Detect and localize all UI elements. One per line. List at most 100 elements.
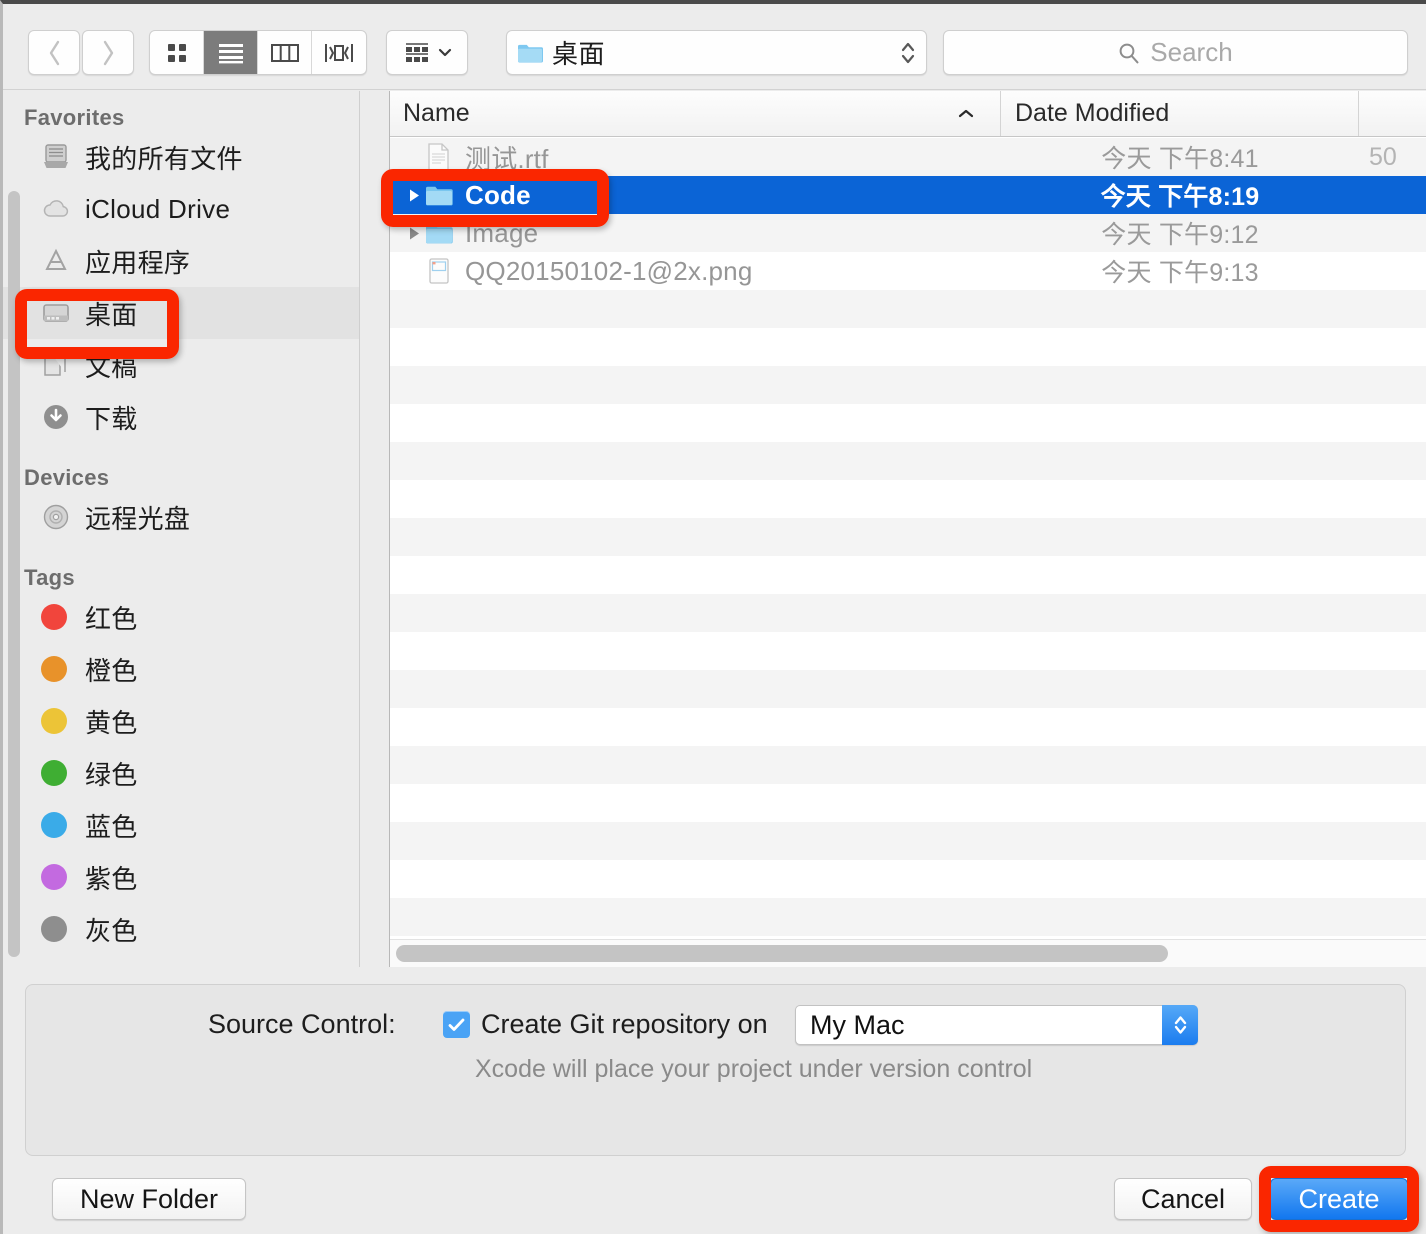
sidebar-item-label: 紫色 <box>85 859 138 896</box>
file-name-cell: Code <box>389 180 1001 211</box>
file-date-cell: 今天 下午8:19 <box>1001 177 1359 213</box>
sidebar-item-label: 橙色 <box>85 651 138 688</box>
list-view-button[interactable] <box>204 31 258 74</box>
sidebar-item-tag-red[interactable]: 红色 <box>3 591 359 643</box>
folder-icon <box>517 42 543 63</box>
file-list-pane[interactable]: Name Date Modified <box>389 91 1426 967</box>
file-date-cell: 今天 下午9:12 <box>1001 215 1359 251</box>
sidebar-item-icloud-drive[interactable]: iCloud Drive <box>3 183 359 235</box>
sidebar-item-label: 文稿 <box>85 347 138 384</box>
folder-icon <box>425 184 459 207</box>
table-row[interactable]: Image 今天 下午9:12 <box>389 214 1426 252</box>
sidebar-heading-devices: Devices <box>3 465 359 491</box>
table-row-empty <box>389 290 1426 328</box>
sidebar-item-tag-green[interactable]: 绿色 <box>3 747 359 799</box>
checkmark-icon <box>447 1017 466 1033</box>
sidebar-item-tag-blue[interactable]: 蓝色 <box>3 799 359 851</box>
git-location-popup-button[interactable]: My Mac <box>795 1005 1198 1045</box>
create-button[interactable]: Create <box>1270 1178 1408 1220</box>
column-header-size[interactable] <box>1359 91 1426 136</box>
sidebar-item-label: 远程光盘 <box>85 499 190 536</box>
tag-dot-icon <box>41 760 79 786</box>
file-date-cell: 今天 下午9:13 <box>1001 253 1359 289</box>
forward-button[interactable] <box>82 30 134 75</box>
table-row-empty <box>389 860 1426 898</box>
desktop-icon <box>41 301 79 325</box>
table-row-empty <box>389 556 1426 594</box>
sidebar-item-applications[interactable]: 应用程序 <box>3 235 359 287</box>
sidebar-item-tag-gray[interactable]: 灰色 <box>3 903 359 955</box>
cancel-button[interactable]: Cancel <box>1114 1178 1252 1220</box>
sidebar-item-tag-purple[interactable]: 紫色 <box>3 851 359 903</box>
sidebar-item-label: 蓝色 <box>85 807 138 844</box>
png-image-icon <box>425 256 459 286</box>
table-row-empty <box>389 518 1426 556</box>
table-row-empty <box>389 708 1426 746</box>
table-row-empty <box>389 404 1426 442</box>
rtf-document-icon <box>425 142 459 172</box>
table-row[interactable]: 测试.rtf 今天 下午8:41 50 <box>389 138 1426 176</box>
file-name-cell: QQ20150102-1@2x.png <box>389 256 1001 287</box>
file-list-column-headers: Name Date Modified <box>389 91 1426 137</box>
sidebar[interactable]: Favorites 我的所有文件 iCloud Drive <box>3 91 360 967</box>
all-my-files-icon <box>41 142 79 172</box>
view-mode-segmented-control[interactable] <box>149 30 367 75</box>
sidebar-item-label: 黄色 <box>85 703 138 740</box>
sidebar-item-documents[interactable]: 文稿 <box>3 339 359 391</box>
table-row-empty <box>389 442 1426 480</box>
coverflow-view-button[interactable] <box>312 31 366 74</box>
table-row-empty <box>389 632 1426 670</box>
sidebar-scrollbar[interactable] <box>8 191 20 957</box>
arrange-button[interactable] <box>386 30 468 75</box>
column-header-date-modified[interactable]: Date Modified <box>1001 91 1359 136</box>
table-row[interactable]: QQ20150102-1@2x.png 今天 下午9:13 <box>389 252 1426 290</box>
path-popup-button[interactable]: 桌面 <box>506 30 927 75</box>
sidebar-item-label: 下载 <box>85 399 138 436</box>
horizontal-scrollbar[interactable] <box>389 939 1426 967</box>
sidebar-item-label: 红色 <box>85 599 138 636</box>
create-git-repository-checkbox[interactable] <box>443 1011 470 1038</box>
sidebar-item-label: 桌面 <box>85 295 138 332</box>
path-label: 桌面 <box>552 34 605 71</box>
remote-disc-icon <box>41 502 79 532</box>
table-row-empty <box>389 746 1426 784</box>
applications-icon <box>41 247 79 275</box>
sidebar-item-desktop[interactable]: 桌面 <box>3 287 359 339</box>
new-folder-button[interactable]: New Folder <box>52 1178 246 1220</box>
sidebar-item-all-my-files[interactable]: 我的所有文件 <box>3 131 359 183</box>
list-view-icon <box>216 40 246 66</box>
source-control-label: Source Control: <box>208 1009 396 1040</box>
sidebar-item-tag-orange[interactable]: 橙色 <box>3 643 359 695</box>
horizontal-scrollbar-thumb[interactable] <box>396 945 1168 962</box>
table-row-empty <box>389 594 1426 632</box>
sidebar-item-label: 应用程序 <box>85 243 190 280</box>
table-row[interactable]: Code 今天 下午8:19 <box>389 176 1426 214</box>
file-list-rows[interactable]: 测试.rtf 今天 下午8:41 50 <box>389 138 1426 967</box>
create-git-repository-label: Create Git repository on <box>481 1009 768 1040</box>
search-input[interactable]: Search <box>943 30 1408 75</box>
folder-icon <box>425 222 459 245</box>
icon-view-button[interactable] <box>150 31 204 74</box>
coverflow-view-icon <box>323 41 355 65</box>
chevron-left-icon <box>46 38 63 68</box>
chevron-down-icon <box>438 48 452 57</box>
disclosure-triangle-icon[interactable] <box>403 226 425 241</box>
file-size-cell: 50 <box>1359 143 1426 172</box>
popup-stepper-icon[interactable] <box>1162 1005 1198 1045</box>
sort-ascending-icon <box>958 108 974 119</box>
sidebar-item-downloads[interactable]: 下载 <box>3 391 359 443</box>
source-control-panel: Source Control: Create Git repository on… <box>25 984 1406 1156</box>
column-header-name[interactable]: Name <box>389 91 1001 136</box>
sidebar-heading-favorites: Favorites <box>3 105 359 131</box>
icon-view-icon <box>164 40 190 66</box>
sidebar-item-remote-disc[interactable]: 远程光盘 <box>3 491 359 543</box>
tag-dot-icon <box>41 916 79 942</box>
sidebar-item-label: 绿色 <box>85 755 138 792</box>
sidebar-item-tag-yellow[interactable]: 黄色 <box>3 695 359 747</box>
git-location-value: My Mac <box>810 1010 905 1041</box>
column-view-button[interactable] <box>258 31 312 74</box>
back-button[interactable] <box>28 30 80 75</box>
chevron-right-icon <box>100 38 117 68</box>
table-row-empty <box>389 480 1426 518</box>
disclosure-triangle-icon[interactable] <box>403 188 425 203</box>
